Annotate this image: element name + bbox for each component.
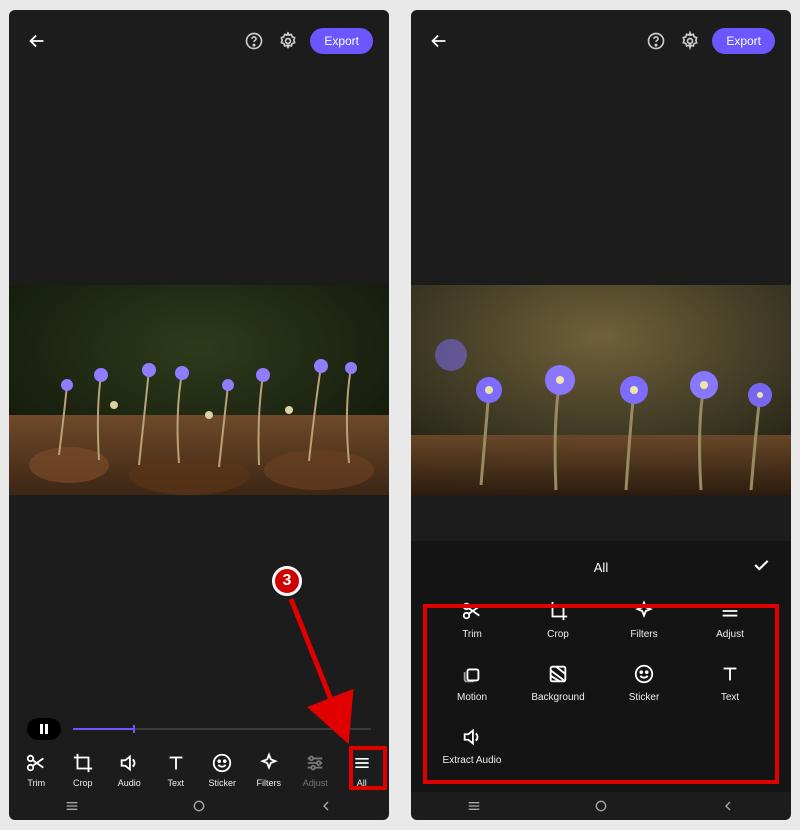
nav-back-icon[interactable]	[720, 798, 736, 814]
panel-header: All	[421, 553, 781, 581]
tool-label: Adjust	[303, 778, 328, 788]
smile-icon	[211, 752, 233, 774]
tool-adjust[interactable]: Adjust	[293, 752, 337, 788]
tool-label: Crop	[73, 778, 93, 788]
pause-icon	[39, 724, 49, 734]
back-button[interactable]	[427, 29, 451, 53]
scissors-icon	[25, 752, 47, 774]
panel-title: All	[594, 560, 608, 575]
tool-audio[interactable]: Audio	[107, 752, 151, 788]
android-navbar	[9, 792, 389, 820]
top-bar: Export	[9, 10, 389, 64]
back-button[interactable]	[25, 29, 49, 53]
tool-label: Filters	[257, 778, 282, 788]
top-bar: Export	[411, 10, 791, 64]
nav-home-icon[interactable]	[191, 798, 207, 814]
settings-button[interactable]	[678, 29, 702, 53]
tool-label: Audio	[118, 778, 141, 788]
annotation-step-badge: 3	[272, 566, 302, 596]
crop-icon	[72, 752, 94, 774]
tool-crop[interactable]: Crop	[61, 752, 105, 788]
tool-filters[interactable]: Filters	[247, 752, 291, 788]
annotation-arrow	[279, 595, 379, 755]
help-icon	[646, 31, 666, 51]
tool-trim[interactable]: Trim	[14, 752, 58, 788]
speaker-icon	[118, 752, 140, 774]
phone-screen-right: Export	[411, 10, 791, 820]
gear-icon	[680, 31, 700, 51]
check-icon	[751, 555, 771, 575]
arrow-left-icon	[26, 30, 48, 52]
tool-text[interactable]: Text	[154, 752, 198, 788]
tool-sticker[interactable]: Sticker	[200, 752, 244, 788]
settings-button[interactable]	[276, 29, 300, 53]
nav-recents-icon[interactable]	[466, 798, 482, 814]
nav-home-icon[interactable]	[593, 798, 609, 814]
help-button[interactable]	[644, 29, 668, 53]
export-button[interactable]: Export	[712, 28, 775, 54]
export-button[interactable]: Export	[310, 28, 373, 54]
sliders-icon	[304, 752, 326, 774]
video-preview[interactable]	[9, 285, 389, 495]
video-preview[interactable]	[411, 285, 791, 495]
help-button[interactable]	[242, 29, 266, 53]
text-icon	[165, 752, 187, 774]
gear-icon	[278, 31, 298, 51]
annotation-highlight-panel	[423, 604, 779, 784]
nav-back-icon[interactable]	[318, 798, 334, 814]
nav-recents-icon[interactable]	[64, 798, 80, 814]
help-icon	[244, 31, 264, 51]
tool-label: Trim	[27, 778, 45, 788]
pause-button[interactable]	[27, 718, 61, 740]
tool-label: Sticker	[208, 778, 236, 788]
phone-screen-left: Export	[9, 10, 389, 820]
confirm-button[interactable]	[751, 555, 771, 578]
tool-label: Text	[167, 778, 184, 788]
sparkle-icon	[258, 752, 280, 774]
tool-row: Trim Crop Audio Text Sticker Filters Adj…	[9, 752, 389, 788]
arrow-left-icon	[428, 30, 450, 52]
android-navbar	[411, 792, 791, 820]
